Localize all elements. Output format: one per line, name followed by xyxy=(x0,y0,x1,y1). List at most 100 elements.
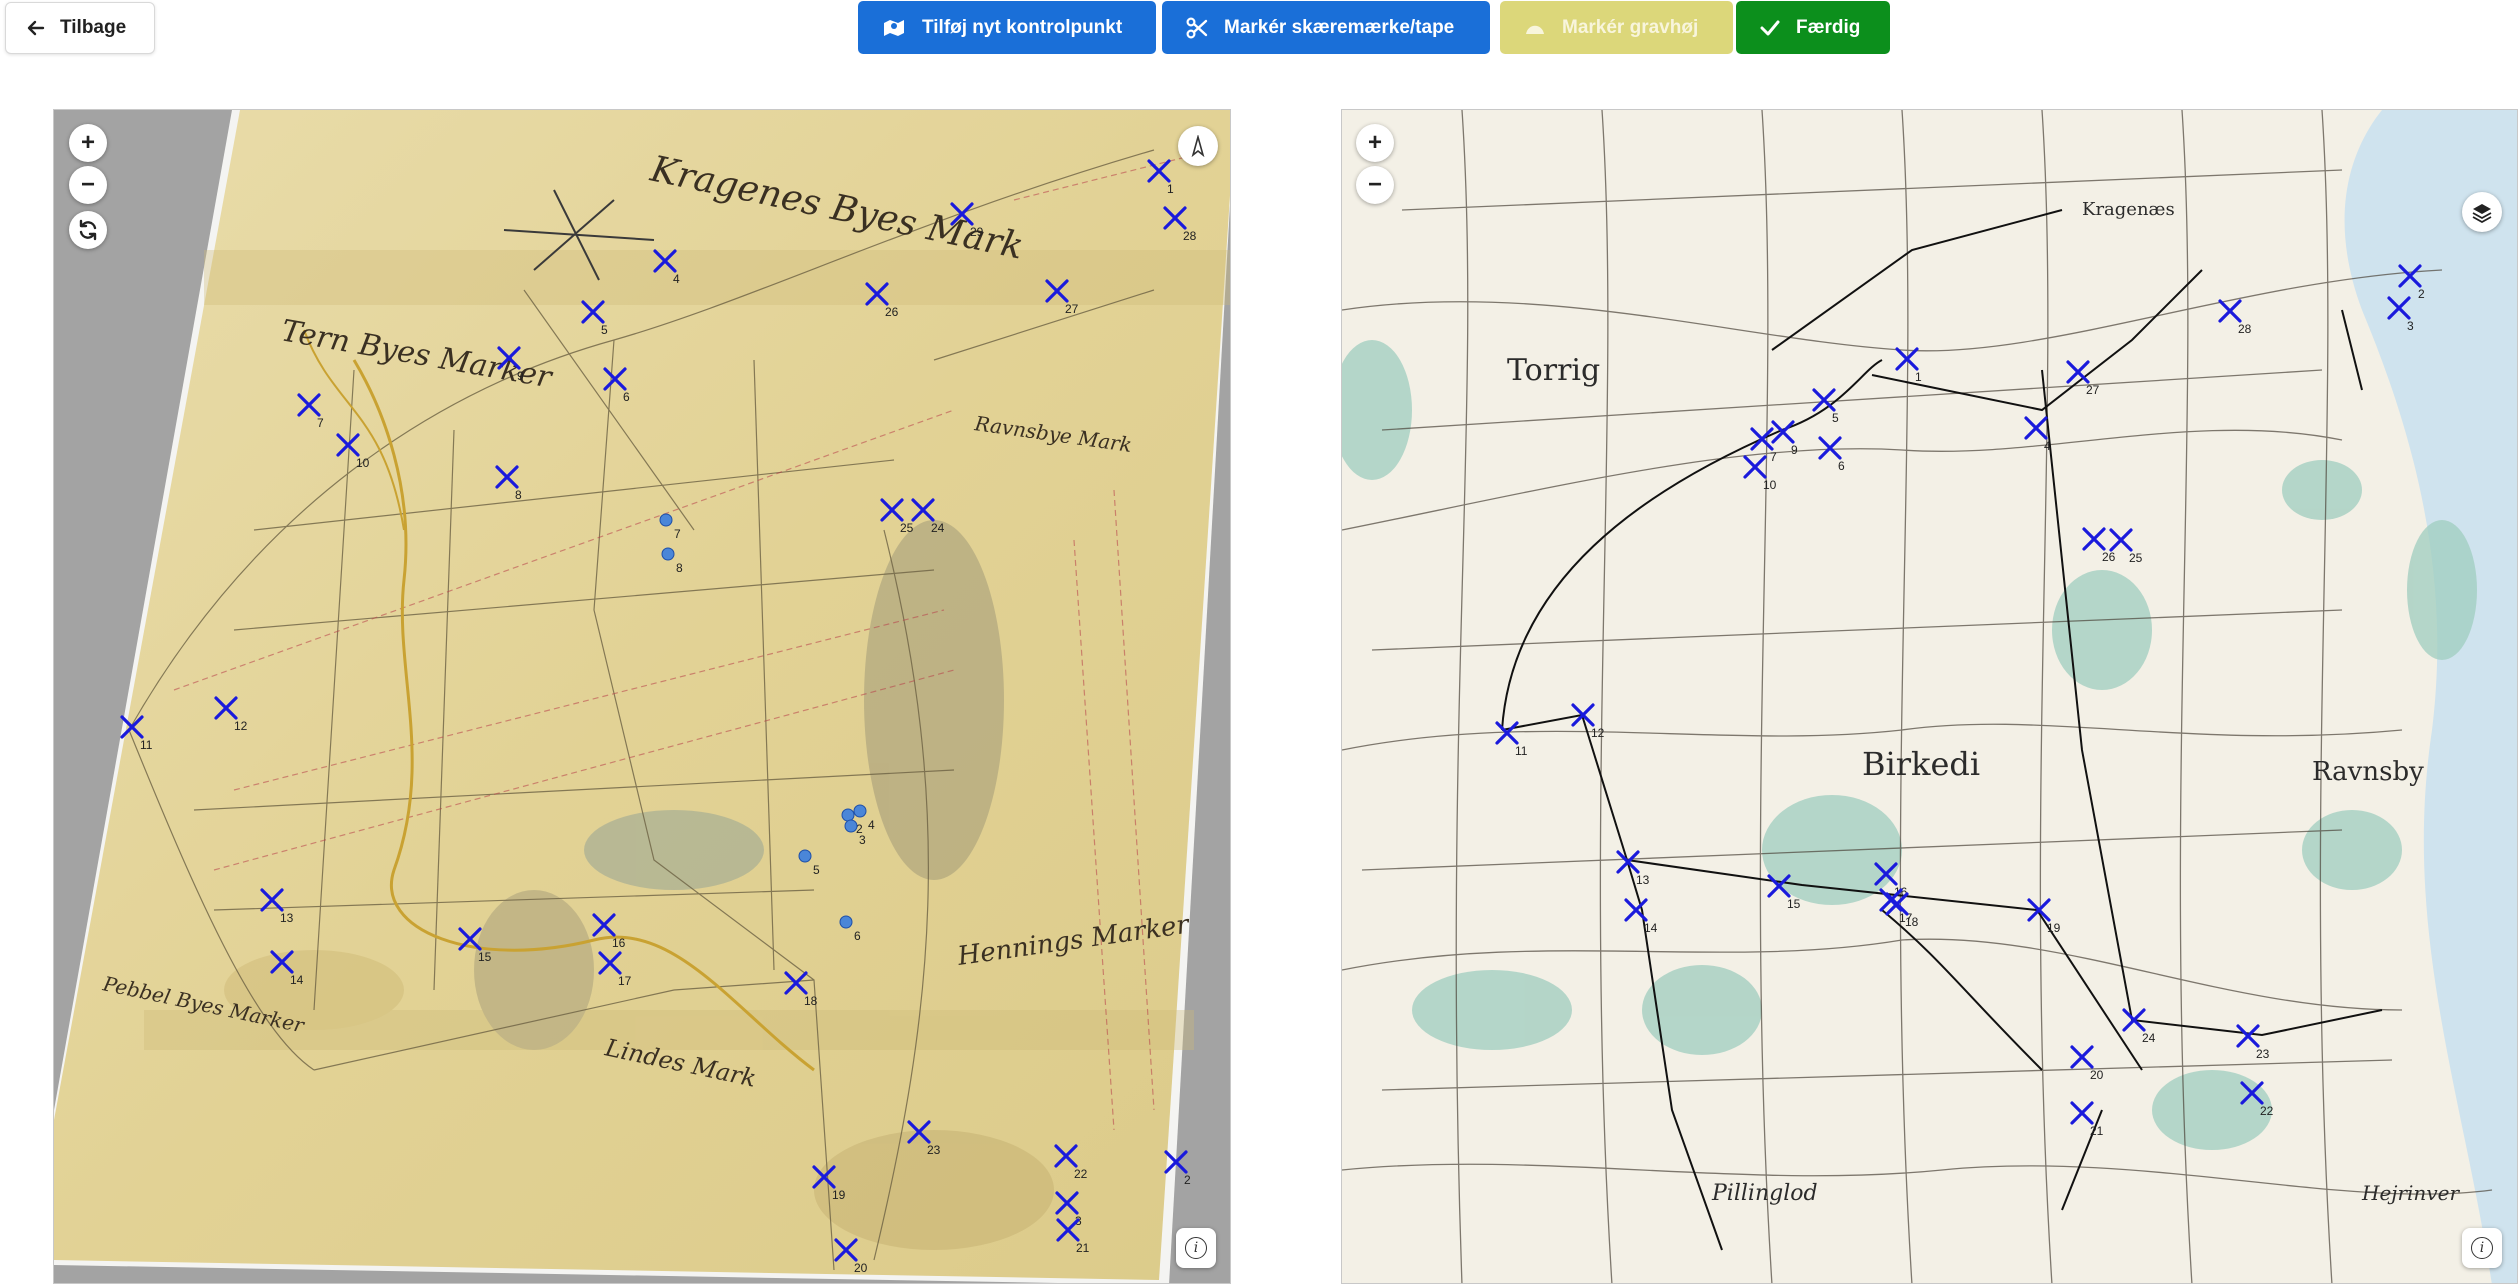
historic-control-point-label: 7 xyxy=(317,416,324,430)
modern-control-point-label: 20 xyxy=(2090,1068,2104,1082)
historic-control-point-label: 25 xyxy=(900,521,914,535)
modern-control-point-label: 7 xyxy=(1770,450,1777,464)
add-control-point-button[interactable]: Tilføj nyt kontrolpunkt xyxy=(858,1,1156,54)
modern-control-point-label: 24 xyxy=(2142,1031,2156,1045)
arrow-left-icon xyxy=(27,20,45,36)
historic-control-point-label: 28 xyxy=(1183,229,1197,243)
modern-control-point[interactable]: 24 xyxy=(2122,1008,2156,1045)
add-control-point-label: Tilføj nyt kontrolpunkt xyxy=(922,16,1123,38)
historic-map-canvas[interactable]: Kragenes Byes Mark Tern Byes Marker Ravn… xyxy=(54,110,1231,1284)
modern-control-point-label: 26 xyxy=(2102,550,2116,564)
modern-control-point-label: 11 xyxy=(1515,744,1528,758)
historic-control-point-label: 12 xyxy=(234,719,248,733)
historic-control-point-label: 22 xyxy=(1074,1167,1088,1181)
historic-control-point-label: 24 xyxy=(931,521,945,535)
historic-control-point-label: 2 xyxy=(1184,1173,1191,1187)
historic-control-point-label: 20 xyxy=(854,1261,868,1275)
historic-control-point-label: 11 xyxy=(140,738,153,752)
refresh-icon xyxy=(79,219,97,241)
mark-cut-tape-label: Markér skæremærke/tape xyxy=(1224,16,1455,38)
historic-control-point-label: 21 xyxy=(1076,1241,1090,1255)
modern-map-panel[interactable]: Torrig Birkedi Ravnsby Kragenæs Pillingl… xyxy=(1341,109,2518,1284)
modern-control-point[interactable]: 26 xyxy=(2082,527,2116,564)
modern-control-point[interactable]: 19 xyxy=(2027,898,2061,935)
compass-north-icon[interactable] xyxy=(1178,126,1218,166)
modern-control-point-label: 23 xyxy=(2256,1047,2270,1061)
modern-control-point[interactable]: 14 xyxy=(1624,898,1658,935)
modern-control-point-label: 1 xyxy=(1915,370,1922,384)
modern-control-point[interactable]: 27 xyxy=(2066,360,2100,397)
historic-control-point-label: 5 xyxy=(601,323,608,337)
done-label: Færdig xyxy=(1796,16,1861,38)
zoom-out-button[interactable]: − xyxy=(1356,166,1394,204)
historic-control-point-label: 9 xyxy=(517,369,524,383)
modern-control-point[interactable]: 23 xyxy=(2236,1024,2270,1061)
mark-mound-label: Markér gravhøj xyxy=(1562,16,1699,38)
historic-control-point-label: 10 xyxy=(356,456,370,470)
zoom-out-button[interactable]: − xyxy=(69,166,107,204)
back-button-label: Tilbage xyxy=(60,17,127,38)
back-button[interactable]: Tilbage xyxy=(5,2,155,54)
mound-marker-label: 7 xyxy=(674,527,681,541)
modern-control-point-label: 3 xyxy=(2407,319,2414,333)
zoom-in-button[interactable]: + xyxy=(69,124,107,162)
place-label-4: Pillinglod xyxy=(1711,1181,1818,1206)
rotate-reset-button[interactable] xyxy=(69,211,107,249)
historic-control-point-label: 15 xyxy=(478,950,492,964)
modern-control-point-label: 15 xyxy=(1787,897,1801,911)
modern-control-point[interactable]: 20 xyxy=(2070,1045,2104,1082)
modern-control-point[interactable]: 1 xyxy=(1895,347,1922,384)
mound-marker-label: 5 xyxy=(813,863,820,877)
modern-control-point-label: 5 xyxy=(1832,411,1839,425)
mound-marker-label: 8 xyxy=(676,561,683,575)
modern-control-point-label: 21 xyxy=(2090,1124,2104,1138)
modern-control-point[interactable]: 6 xyxy=(1818,436,1845,473)
modern-control-point-label: 25 xyxy=(2129,551,2143,565)
zoom-in-button[interactable]: + xyxy=(1356,124,1394,162)
modern-control-point-label: 12 xyxy=(1591,726,1605,740)
place-label-3: Kragenæs xyxy=(2082,199,2175,220)
modern-control-point-label: 2 xyxy=(2418,287,2425,301)
modern-map-canvas[interactable]: Torrig Birkedi Ravnsby Kragenæs Pillingl… xyxy=(1342,110,2518,1284)
place-label-0: Torrig xyxy=(1507,353,1600,388)
mark-mound-button[interactable]: Markér gravhøj xyxy=(1500,1,1733,54)
done-button[interactable]: Færdig xyxy=(1736,1,1890,54)
mound-icon xyxy=(1526,25,1544,34)
modern-control-point[interactable]: 21 xyxy=(2070,1101,2104,1138)
mound-marker-label: 3 xyxy=(859,833,866,847)
historic-control-point-label: 26 xyxy=(885,305,899,319)
info-button[interactable]: i xyxy=(2462,1228,2502,1268)
info-icon: i xyxy=(2471,1237,2493,1259)
historic-control-point-label: 19 xyxy=(832,1188,846,1202)
modern-control-point-label: 19 xyxy=(2047,921,2061,935)
historic-control-point-label: 17 xyxy=(618,974,632,988)
historic-control-point-label: 18 xyxy=(804,994,818,1008)
modern-control-point-label: 6 xyxy=(1838,459,1845,473)
historic-control-point-label: 1 xyxy=(1167,182,1174,196)
historic-control-point-label: 29 xyxy=(970,225,984,239)
mark-cut-tape-button[interactable]: Markér skæremærke/tape xyxy=(1162,1,1490,54)
modern-control-point[interactable]: 11 xyxy=(1495,721,1528,758)
modern-control-point-label: 27 xyxy=(2086,383,2100,397)
historic-control-point-label: 16 xyxy=(612,936,626,950)
place-label-1: Birkedi xyxy=(1862,745,1980,783)
historic-control-point-label: 27 xyxy=(1065,302,1079,316)
modern-control-point-label: 14 xyxy=(1644,921,1658,935)
modern-control-point-label: 18 xyxy=(1905,915,1919,929)
mound-marker-label: 4 xyxy=(868,818,875,832)
modern-control-point-label: 28 xyxy=(2238,322,2252,336)
mound-marker-label: 6 xyxy=(854,929,861,943)
map-pin-add-icon xyxy=(884,19,904,36)
historic-map-panel[interactable]: Kragenes Byes Mark Tern Byes Marker Ravn… xyxy=(53,109,1231,1284)
modern-control-point[interactable]: 25 xyxy=(2109,528,2143,565)
info-button[interactable]: i xyxy=(1176,1228,1216,1268)
layers-icon xyxy=(2472,204,2492,223)
modern-control-point-label: 10 xyxy=(1763,478,1777,492)
info-icon: i xyxy=(1185,1237,1207,1259)
historic-control-point-label: 13 xyxy=(280,911,294,925)
layers-button[interactable] xyxy=(2462,192,2502,232)
checkmark-icon xyxy=(1760,20,1780,35)
modern-control-point-label: 13 xyxy=(1636,873,1650,887)
control-points: 1234567910111213141516171819202122232425… xyxy=(1495,264,2425,1138)
modern-control-point[interactable]: 28 xyxy=(2218,299,2252,336)
